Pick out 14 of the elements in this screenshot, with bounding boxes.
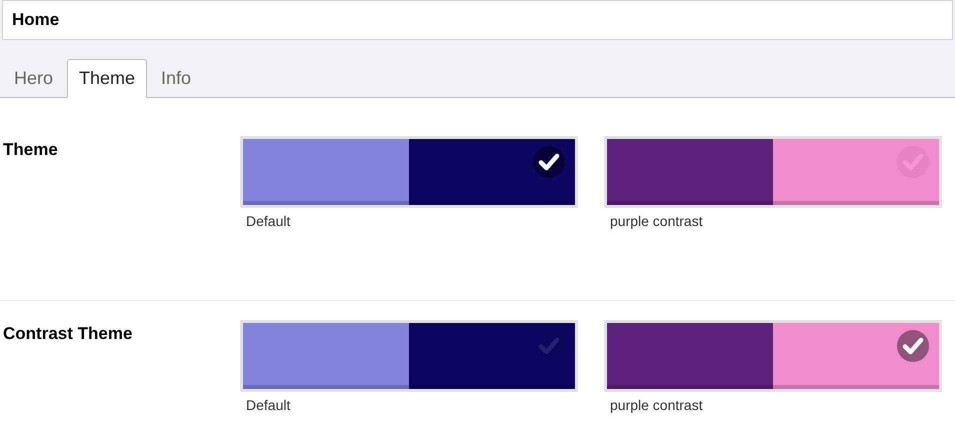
tab[interactable]: Info	[147, 59, 206, 98]
theme-name: purple contrast	[609, 212, 704, 231]
section-label: Contrast Theme	[2, 323, 134, 345]
theme-swatch[interactable]	[240, 136, 578, 208]
title-field[interactable]: Home	[2, 0, 953, 40]
theme-swatch[interactable]	[604, 320, 942, 392]
theme-swatch[interactable]	[240, 320, 578, 392]
theme-name: Default	[245, 396, 292, 415]
theme-swatch[interactable]	[604, 136, 942, 208]
theme-name: Default	[245, 212, 292, 231]
tab[interactable]: Theme	[67, 59, 148, 98]
theme-name: purple contrast	[609, 396, 704, 415]
tab[interactable]: Hero	[0, 59, 68, 98]
section-label: Theme	[2, 139, 59, 161]
